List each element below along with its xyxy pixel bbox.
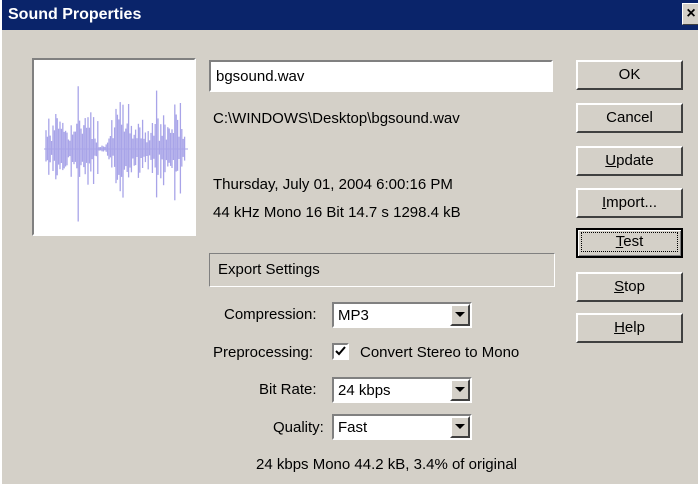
close-icon: × [686, 5, 696, 22]
title-bar: Sound Properties × [2, 0, 698, 30]
export-summary: 24 kbps Mono 44.2 kB, 3.4% of original [256, 456, 517, 473]
cancel-button[interactable]: Cancel [576, 103, 683, 133]
help-accel: H [614, 319, 625, 336]
quality-select[interactable]: Fast [332, 414, 472, 440]
convert-mono-label[interactable]: Convert Stereo to Mono [360, 344, 519, 361]
help-label: elp [624, 319, 645, 336]
file-path: C:\WINDOWS\Desktop\bgsound.wav [213, 110, 460, 127]
import-button[interactable]: Import... [576, 188, 683, 218]
waveform-graphic [44, 86, 188, 222]
bitrate-value: 24 kbps [338, 382, 391, 399]
test-button[interactable]: Test [576, 228, 683, 258]
compression-value: MP3 [338, 307, 369, 324]
export-settings-group: Export Settings [209, 253, 555, 287]
test-focus-rect: Test [581, 232, 678, 252]
window-title: Sound Properties [8, 6, 142, 23]
bitrate-label: Bit Rate: [259, 381, 317, 398]
quality-value: Fast [338, 419, 368, 436]
compression-select[interactable]: MP3 [332, 302, 472, 328]
file-info: 44 kHz Mono 16 Bit 14.7 s 1298.4 kB [213, 204, 461, 221]
bitrate-select[interactable]: 24 kbps [332, 377, 472, 403]
ok-button[interactable]: OK [576, 60, 683, 90]
dropdown-arrow-icon[interactable] [450, 416, 470, 438]
dropdown-arrow-icon[interactable] [450, 379, 470, 401]
update-accel: U [605, 152, 617, 169]
quality-label: Quality: [273, 419, 324, 436]
update-button[interactable]: Update [576, 146, 683, 176]
preprocessing-label: Preprocessing: [213, 344, 314, 361]
file-date: Thursday, July 01, 2004 6:00:16 PM [213, 176, 453, 193]
test-label: est [623, 233, 644, 250]
export-settings-label: Export Settings [218, 261, 320, 278]
filename-value: bgsound.wav [216, 68, 305, 85]
import-label: mport... [606, 194, 658, 211]
close-button[interactable]: × [682, 3, 698, 25]
help-button[interactable]: Help [576, 313, 683, 343]
checkmark-icon [335, 346, 346, 356]
stop-label: top [624, 278, 645, 295]
compression-label: Compression: [224, 306, 317, 323]
convert-mono-checkbox[interactable] [332, 343, 349, 360]
sound-properties-dialog: Sound Properties × bgsound.wav C:\WINDOW… [0, 0, 698, 484]
dropdown-arrow-icon[interactable] [450, 304, 470, 326]
stop-button[interactable]: Stop [576, 272, 683, 302]
update-label: pdate [616, 152, 654, 169]
stop-accel: S [614, 278, 625, 295]
filename-field[interactable]: bgsound.wav [209, 60, 553, 92]
waveform-preview [32, 58, 196, 236]
